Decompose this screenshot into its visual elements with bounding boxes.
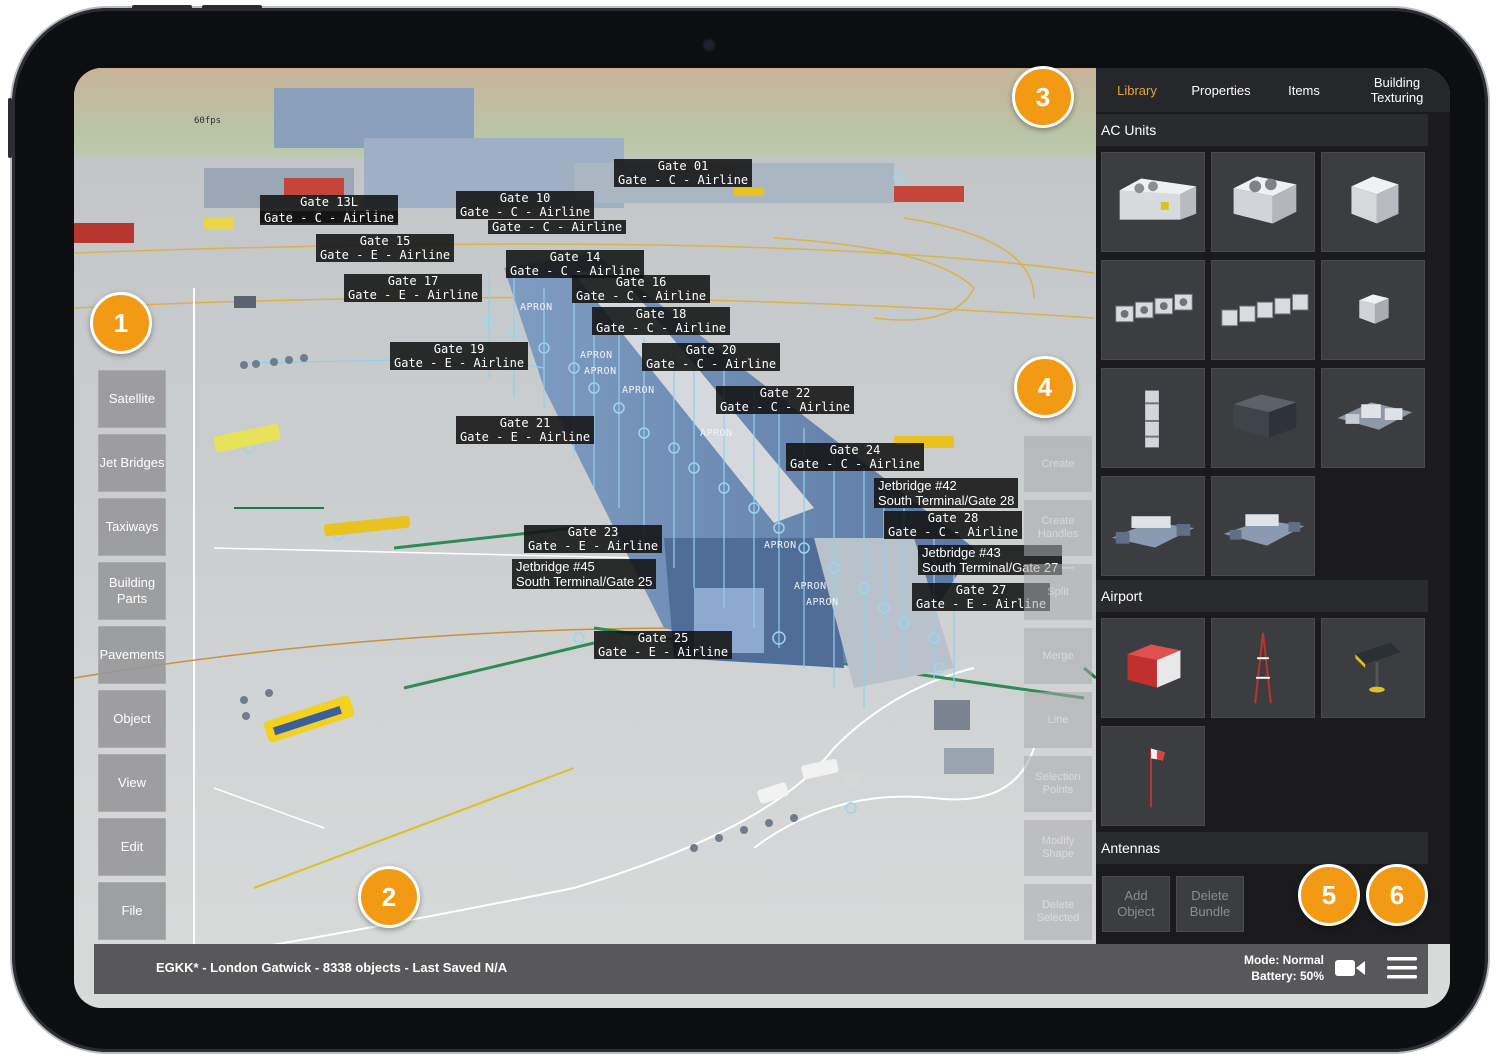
ac-unit-twin-fan-icon[interactable] xyxy=(1211,152,1315,252)
ac-unit-frame-2-icon[interactable] xyxy=(1211,476,1315,576)
callout-badge-3: 3 xyxy=(1012,66,1074,128)
callout-badge-4: 4 xyxy=(1014,356,1076,418)
tool-create-handles-button[interactable]: Create Handles xyxy=(1024,500,1092,556)
delete-bundle-button[interactable]: Delete Bundle xyxy=(1176,876,1244,932)
gate-tag[interactable]: Gate 16 Gate - C - Airline xyxy=(572,275,711,303)
tab-properties[interactable]: Properties xyxy=(1178,68,1264,112)
tab-items[interactable]: Items xyxy=(1264,68,1344,112)
ac-unit-box-icon[interactable] xyxy=(1321,152,1425,252)
jetbridge-tag[interactable]: Jetbridge #42 South Terminal/Gate 28 xyxy=(874,478,1019,508)
volume-button xyxy=(8,98,12,158)
container-icon[interactable] xyxy=(1101,618,1205,718)
gate-tag[interactable]: Gate 22 Gate - C - Airline xyxy=(716,386,855,414)
gate-tag[interactable]: Gate 01 Gate - C - Airline xyxy=(614,159,753,187)
apron-label: APRON xyxy=(622,385,655,396)
mode-text: Mode: Normal xyxy=(1243,953,1324,967)
battery-text: Battery: 50% xyxy=(1251,969,1324,983)
gate-tag[interactable]: Gate 20 Gate - C - Airline xyxy=(642,343,781,371)
gate-tag[interactable]: Gate 25 Gate - E - Airline xyxy=(594,631,733,659)
gate-tag[interactable]: Gate - C - Airline xyxy=(488,220,627,234)
gate-tag[interactable]: Gate 24 Gate - C - Airline xyxy=(786,443,925,471)
tab-library[interactable]: Library xyxy=(1096,68,1178,112)
gate-tag[interactable]: Gate 17 Gate - E - Airline xyxy=(344,274,483,302)
nav-edit-button[interactable]: Edit xyxy=(98,818,166,876)
gate-tag[interactable]: Gate 28 Gate - C - Airline xyxy=(884,511,1023,539)
windsock-icon[interactable] xyxy=(1101,726,1205,826)
apron-label: APRON xyxy=(700,428,733,439)
tool-selection-points-button[interactable]: Selection Points xyxy=(1024,756,1092,812)
ac-unit-vertical-stack-icon[interactable] xyxy=(1101,368,1205,468)
tool-create-button[interactable]: Create xyxy=(1024,436,1092,492)
top-button-2 xyxy=(202,5,262,9)
top-button xyxy=(132,5,192,9)
radio-mast-icon[interactable] xyxy=(1211,618,1315,718)
status-bar: EGKK* - London Gatwick - 8338 objects - … xyxy=(94,944,1428,994)
tool-merge-button[interactable]: Merge xyxy=(1024,628,1092,684)
ac-unit-row-4-icon[interactable] xyxy=(1101,260,1205,360)
ac-unit-frame-icon[interactable] xyxy=(1101,476,1205,576)
section-airport-header[interactable]: Airport xyxy=(1096,580,1428,612)
callout-badge-2: 2 xyxy=(358,866,420,928)
nav-object-button[interactable]: Object xyxy=(98,690,166,748)
apron-label: APRON xyxy=(584,366,617,377)
apron-label: APRON xyxy=(520,302,553,313)
callout-badge-1: 1 xyxy=(90,292,152,354)
mode-battery-readout: Mode: Normal Battery: 50% xyxy=(1214,952,1324,984)
panel-scrollbar[interactable] xyxy=(1428,112,1448,872)
gate-tag[interactable]: Gate 19 Gate - E - Airline xyxy=(390,342,529,370)
sign-light-icon[interactable] xyxy=(1321,618,1425,718)
hamburger-menu-icon[interactable] xyxy=(1386,954,1418,982)
ac-unit-small-icon[interactable] xyxy=(1321,260,1425,360)
apron-label: APRON xyxy=(580,350,613,361)
gate-tag[interactable]: Gate 14 Gate - C - Airline xyxy=(506,250,645,278)
video-camera-icon[interactable] xyxy=(1334,955,1366,981)
ac-unit-cluster-icon[interactable] xyxy=(1321,368,1425,468)
panel-tabs: Library Properties Items Building Textur… xyxy=(1096,68,1450,112)
jetbridge-tag[interactable]: Jetbridge #45 South Terminal/Gate 25 xyxy=(512,559,657,589)
callout-badge-5: 5 xyxy=(1298,864,1360,926)
gate-tag[interactable]: Gate 10 Gate - C - Airline xyxy=(456,191,595,219)
nav-file-button[interactable]: File xyxy=(98,882,166,940)
section-ac-units-header[interactable]: AC Units xyxy=(1096,114,1428,146)
tool-delete-selected-button[interactable]: Delete Selected xyxy=(1024,884,1092,940)
gate-tag[interactable]: Gate 15 Gate - E - Airline xyxy=(316,234,455,262)
front-camera xyxy=(704,40,714,50)
add-object-button[interactable]: Add Object xyxy=(1102,876,1170,932)
nav-pavements-button[interactable]: Pavements xyxy=(98,626,166,684)
gate-tag[interactable]: Gate 21 Gate - E - Airline xyxy=(456,416,595,444)
gate-tag[interactable]: Gate - C - Airline xyxy=(260,211,399,225)
app-screen: 60fps Gate 01 Gate - C - Airline Gate 13L… xyxy=(74,68,1450,1008)
apron-label: APRON xyxy=(794,581,827,592)
nav-satellite-button[interactable]: Satellite xyxy=(98,370,166,428)
library-panel: Library Properties Items Building Textur… xyxy=(1096,68,1450,944)
gate-tag[interactable]: Gate 18 Gate - C - Airline xyxy=(592,307,731,335)
section-antennas-header[interactable]: Antennas xyxy=(1096,832,1428,864)
gate-tag[interactable]: Gate 23 Gate - E - Airline xyxy=(524,525,663,553)
apron-label: APRON xyxy=(806,597,839,608)
ac-unit-dark-box-icon[interactable] xyxy=(1211,368,1315,468)
tool-split-button[interactable]: Split xyxy=(1024,564,1092,620)
nav-building-parts-button[interactable]: Building Parts xyxy=(98,562,166,620)
tool-modify-shape-button[interactable]: Modify Shape xyxy=(1024,820,1092,876)
nav-taxiways-button[interactable]: Taxiways xyxy=(98,498,166,556)
tablet-frame: 60fps Gate 01 Gate - C - Airline Gate 13L… xyxy=(8,5,1488,1052)
project-status-text: EGKK* - London Gatwick - 8338 objects - … xyxy=(156,960,508,975)
ac-unit-large-icon[interactable] xyxy=(1101,152,1205,252)
nav-jet-bridges-button[interactable]: Jet Bridges xyxy=(98,434,166,492)
tab-building-texturing[interactable]: Building Texturing xyxy=(1344,68,1450,112)
ac-unit-row-5-icon[interactable] xyxy=(1211,260,1315,360)
tool-line-button[interactable]: Line xyxy=(1024,692,1092,748)
fps-counter: 60fps xyxy=(194,116,222,126)
callout-badge-6: 6 xyxy=(1366,864,1428,926)
nav-view-button[interactable]: View xyxy=(98,754,166,812)
apron-label: APRON xyxy=(764,540,797,551)
